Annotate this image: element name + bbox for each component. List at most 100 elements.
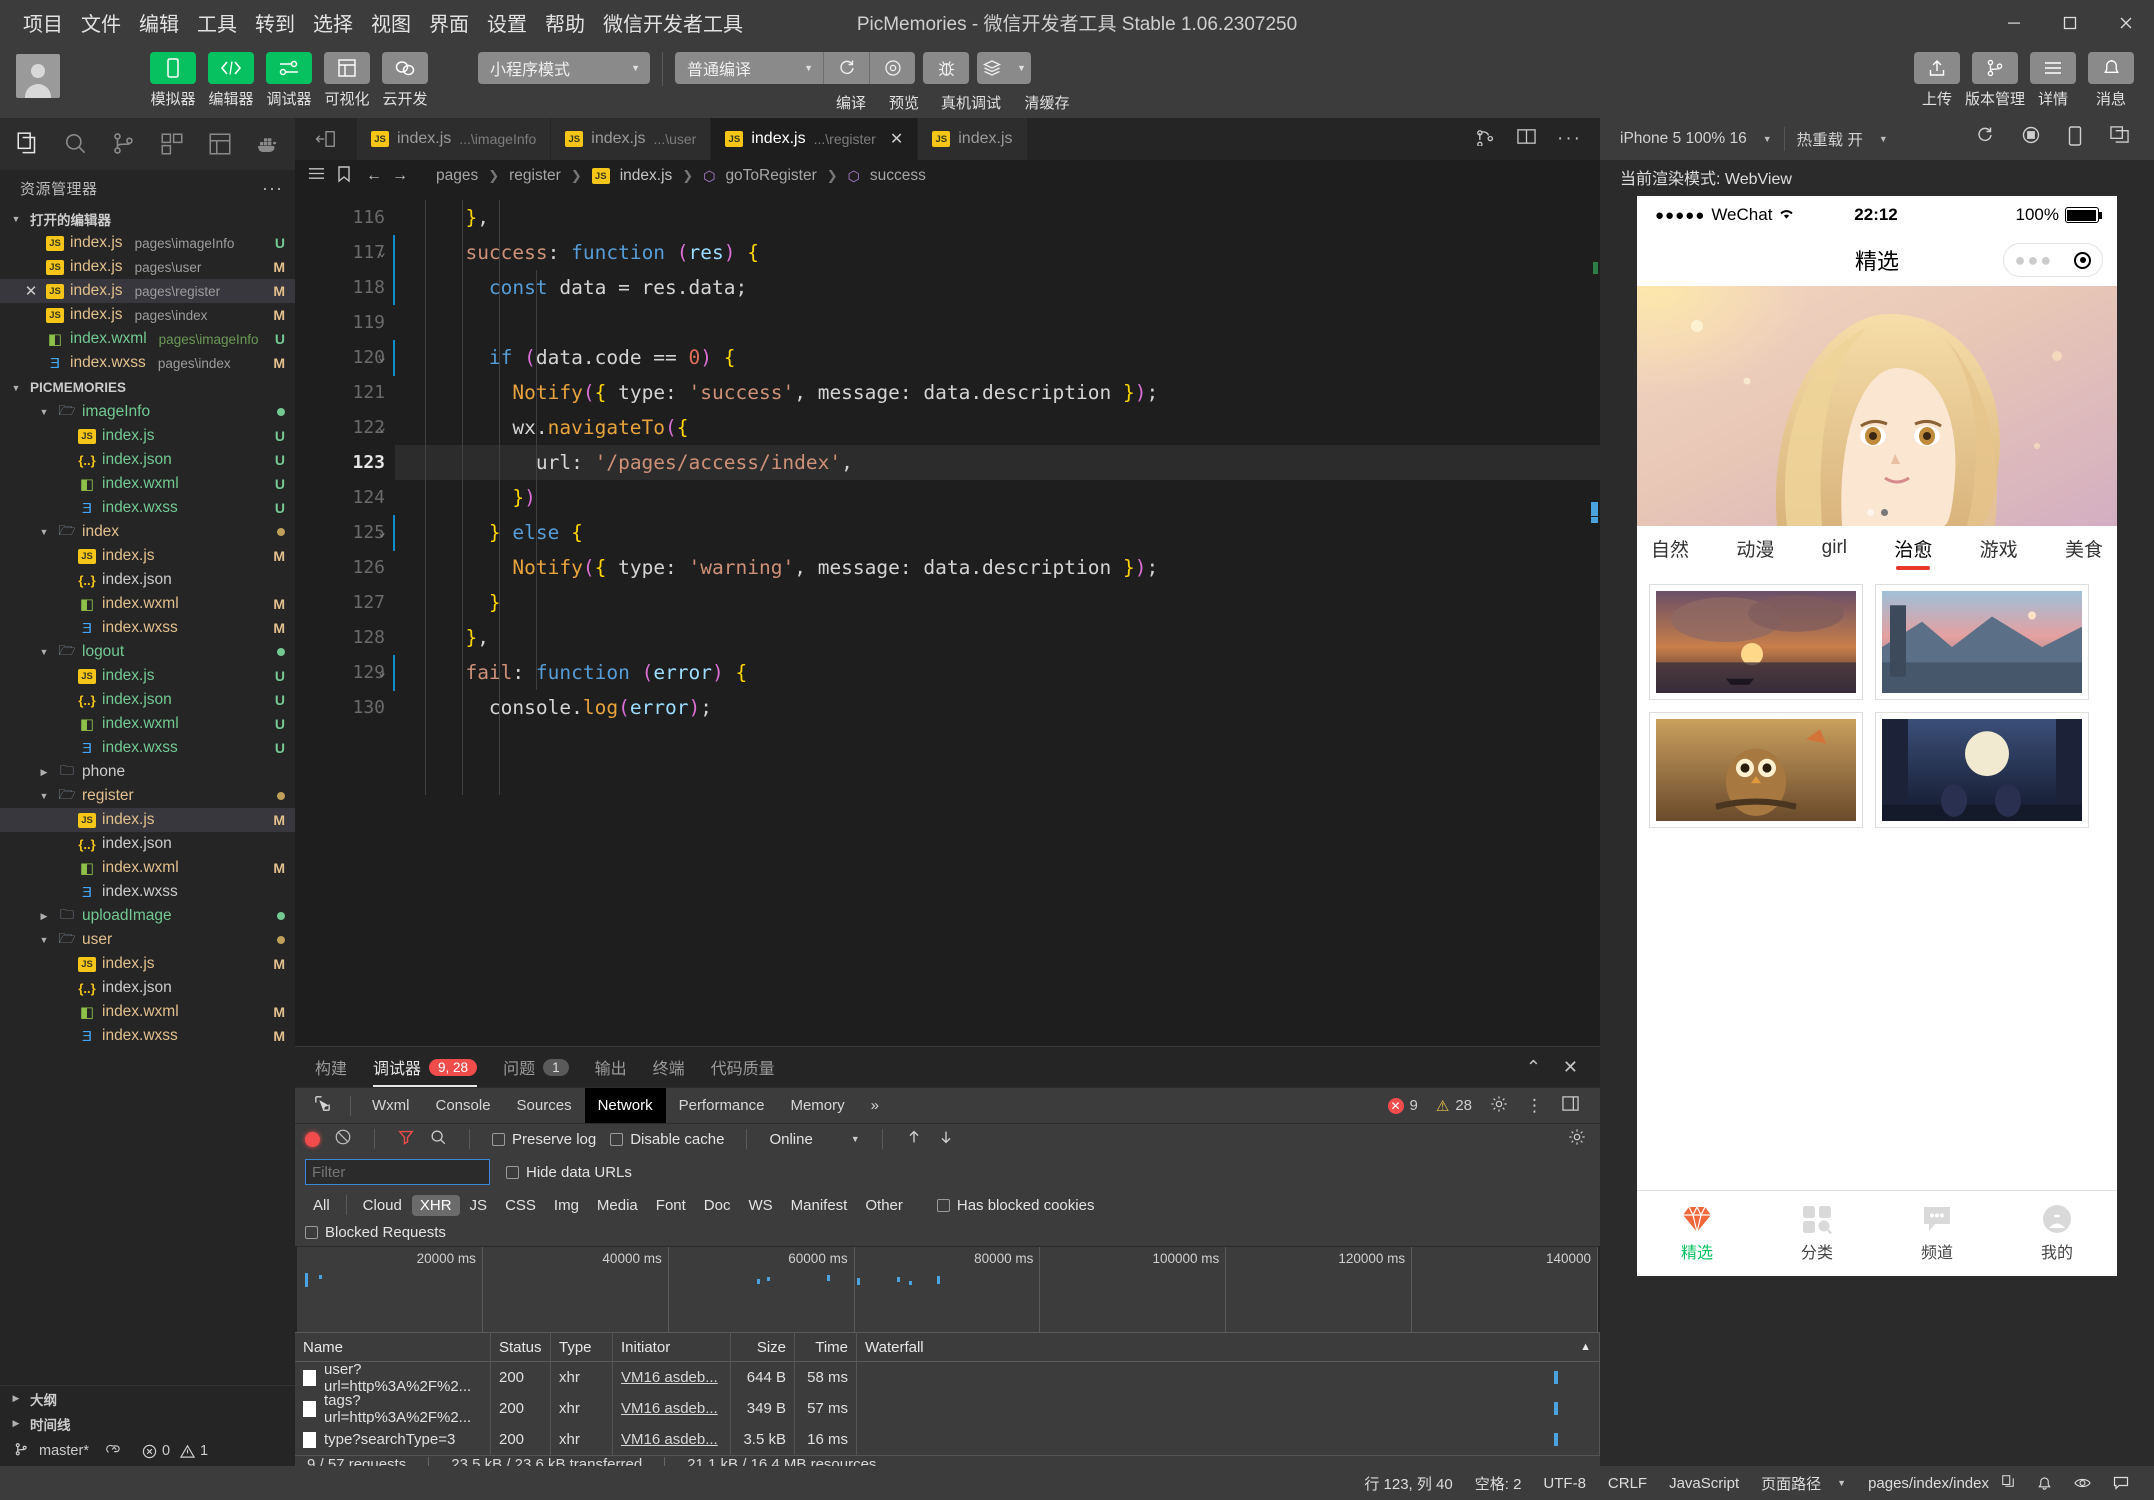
clear-icon[interactable] <box>334 1128 352 1150</box>
error-badge[interactable]: ✕ 9 <box>1387 1097 1418 1114</box>
action-label-1[interactable]: 预览 <box>877 92 931 113</box>
open-editors-section[interactable]: ▼ 打开的编辑器 <box>0 206 295 231</box>
tree-file[interactable]: {..} index.json <box>0 568 295 592</box>
editor-tab-2[interactable]: JS index.js ...\register ✕ <box>711 118 919 160</box>
network-type-other[interactable]: Other <box>857 1195 911 1216</box>
copy-icon[interactable] <box>2001 1474 2015 1492</box>
breadcrumb-item-1[interactable]: register <box>509 167 561 185</box>
menu-item-7[interactable]: 界面 <box>420 4 478 41</box>
collapse-icon[interactable]: ⌃ <box>1526 1057 1541 1078</box>
image-card[interactable] <box>1649 712 1863 828</box>
network-type-xhr[interactable]: XHR <box>411 1194 460 1216</box>
minimize-button[interactable] <box>1986 0 2042 46</box>
code-editor[interactable]: 116 ⌄ 117 118 119 ⌄ 120 121 ⌄ 122 123 124 ⌄ 125 126 127… <box>295 192 1600 1046</box>
menu-item-4[interactable]: 转到 <box>246 4 304 41</box>
tree-file[interactable]: Ǝindex.wxss U <box>0 736 295 760</box>
code-line[interactable]: }, <box>395 620 1600 655</box>
chevron-down-icon[interactable]: ▼ <box>36 407 52 417</box>
split-layout-icon[interactable] <box>1516 127 1537 151</box>
category-tab-3[interactable]: 治愈 <box>1894 535 1932 570</box>
table-row[interactable]: user?url=http%3A%2F%2... 200 xhr VM16 asdeb… <box>295 1362 1600 1394</box>
eye-icon[interactable] <box>2063 1466 2102 1500</box>
tree-file[interactable]: JS index.js U <box>0 664 295 688</box>
export-har-icon[interactable] <box>937 1128 955 1150</box>
hide-data-urls-checkbox[interactable]: Hide data URLs <box>506 1164 632 1181</box>
code-line[interactable]: }, <box>395 200 1600 235</box>
tabbar-item-featured[interactable]: 精选 <box>1637 1204 1757 1263</box>
network-type-font[interactable]: Font <box>648 1195 694 1216</box>
code-line[interactable]: url: '/pages/access/index', <box>395 445 1600 480</box>
refresh-icon[interactable] <box>1975 125 1995 153</box>
filter-icon[interactable] <box>397 1128 415 1150</box>
menu-item-6[interactable]: 视图 <box>362 4 420 41</box>
banner-dot[interactable] <box>1866 509 1874 516</box>
open-changes-icon[interactable] <box>295 118 357 160</box>
tree-file[interactable]: ◧ index.wxml M <box>0 1000 295 1024</box>
disable-cache-checkbox[interactable]: Disable cache <box>610 1131 724 1148</box>
devtools-tab-network[interactable]: Network <box>584 1087 666 1124</box>
menu-item-3[interactable]: 工具 <box>188 4 246 41</box>
code-line[interactable]: if (data.code == 0) { <box>395 340 1600 375</box>
chevron-right-icon[interactable]: ▶ <box>36 767 52 778</box>
throttling-select[interactable]: Online <box>769 1131 812 1148</box>
network-type-all[interactable]: All <box>305 1195 338 1216</box>
avatar[interactable] <box>16 54 60 98</box>
toolbar-upload-button[interactable]: 上传 <box>1910 52 1964 109</box>
back-arrow-icon[interactable]: ← <box>366 167 382 185</box>
chevron-down-icon[interactable]: ▼ <box>36 527 52 537</box>
more-icon[interactable]: ··· <box>1557 128 1582 150</box>
mode-button-debug[interactable]: 调试器 <box>262 52 316 109</box>
network-settings-gear-icon[interactable] <box>1568 1128 1586 1150</box>
table-row[interactable]: type?searchType=3 200 xhr VM16 asdeb... 3.5 … <box>295 1424 1600 1456</box>
menu-item-2[interactable]: 编辑 <box>130 4 188 41</box>
tree-file[interactable]: JS index.js U <box>0 424 295 448</box>
open-editor-item[interactable]: ✕ JS index.js pages\register M <box>0 279 295 303</box>
warning-badge[interactable]: ⚠ 28 <box>1436 1097 1472 1115</box>
network-overview-timeline[interactable]: 20000 ms 40000 ms 60000 ms 80000 ms 100000 m… <box>297 1245 1599 1333</box>
hot-reload-select[interactable]: 热重载 开 ▼ <box>1785 118 1900 160</box>
close-icon[interactable]: ✕ <box>890 129 903 149</box>
open-editor-item[interactable]: JS index.js pages\user M <box>0 255 295 279</box>
detach-window-icon[interactable] <box>2109 125 2130 153</box>
close-button[interactable] <box>2098 0 2154 46</box>
menu-item-10[interactable]: 微信开发者工具 <box>594 4 752 41</box>
layout-icon[interactable] <box>196 120 244 168</box>
notification-bell-icon[interactable] <box>2026 1466 2063 1500</box>
network-type-media[interactable]: Media <box>589 1195 646 1216</box>
has-blocked-cookies-checkbox[interactable]: Has blocked cookies <box>936 1197 1094 1214</box>
table-row[interactable]: tags?url=http%3A%2F%2... 200 xhr VM16 asdeb… <box>295 1393 1600 1425</box>
outline-list-icon[interactable] <box>307 165 326 187</box>
source-control-icon[interactable] <box>100 120 148 168</box>
col-name[interactable]: Name <box>295 1332 491 1363</box>
mode-button-code[interactable]: 编辑器 <box>204 52 258 109</box>
cell-initiator[interactable]: VM16 asdeb... <box>613 1424 731 1456</box>
tree-file[interactable]: ◧ index.wxml M <box>0 592 295 616</box>
chevron-right-icon[interactable]: ▶ <box>36 911 52 922</box>
kebab-icon[interactable]: ⋮ <box>1526 1096 1543 1116</box>
more-icon[interactable]: ··· <box>262 178 283 199</box>
capsule-close-icon[interactable] <box>2074 251 2092 269</box>
chevron-down-icon[interactable]: ▼ <box>36 791 52 801</box>
action-label-2[interactable]: 真机调试 <box>931 92 1011 113</box>
code-line[interactable]: } else { <box>395 515 1600 550</box>
encoding-status[interactable]: UTF-8 <box>1532 1466 1597 1500</box>
capsule-menu-icon[interactable]: ●●● <box>2015 251 2054 269</box>
devtools-tab-wxml[interactable]: Wxml <box>359 1088 423 1124</box>
category-tab-5[interactable]: 美食 <box>2065 535 2103 568</box>
banner-dot-active[interactable] <box>1880 509 1888 516</box>
devtools-tab-performance[interactable]: Performance <box>666 1088 778 1124</box>
editor-tab-3[interactable]: JS index.js <box>918 118 1028 160</box>
phone-screen[interactable]: ●●●●● WeChat 22:12 100% 精选 ●●● 自然 动漫 gir… <box>1637 196 2117 1276</box>
tree-file[interactable]: {..} index.json <box>0 976 295 1000</box>
chevron-down-icon[interactable]: ▼ <box>36 935 52 945</box>
tree-file[interactable]: Ǝindex.wxss M <box>0 616 295 640</box>
tree-folder-user[interactable]: ▼ 🗁 user <box>0 928 295 952</box>
timeline-section[interactable]: ▶ 时间线 <box>0 1411 295 1436</box>
clear-cache-button[interactable]: ▼ <box>977 52 1031 84</box>
code-line[interactable]: wx.navigateTo({ <box>395 410 1600 445</box>
menu-item-8[interactable]: 设置 <box>478 4 536 41</box>
open-editor-item[interactable]: Ǝindex.wxss pages\index M <box>0 351 295 375</box>
tabbar-item-channel[interactable]: 频道 <box>1877 1204 1997 1263</box>
outline-section[interactable]: ▶ 大纲 <box>0 1386 295 1411</box>
mode-button-cloud[interactable]: 云开发 <box>378 52 432 109</box>
